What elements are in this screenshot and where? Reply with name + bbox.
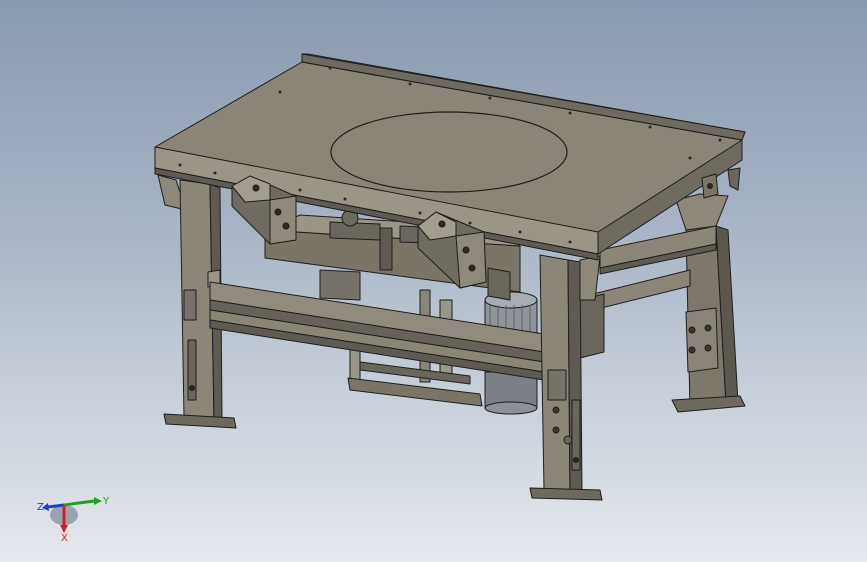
back-right-leg xyxy=(671,193,746,413)
orientation-triad[interactable]: Y Z X xyxy=(30,485,110,545)
x-axis-head xyxy=(60,525,68,533)
y-axis-label: Y xyxy=(102,496,110,507)
z-axis-arrow xyxy=(47,503,65,509)
y-axis-head xyxy=(94,497,102,505)
x-axis-label: X xyxy=(61,533,68,544)
assembly-model[interactable] xyxy=(0,0,867,562)
cad-viewport[interactable]: Y Z X xyxy=(0,0,867,562)
z-axis-label: Z xyxy=(37,502,44,513)
y-axis-arrow xyxy=(63,499,95,507)
